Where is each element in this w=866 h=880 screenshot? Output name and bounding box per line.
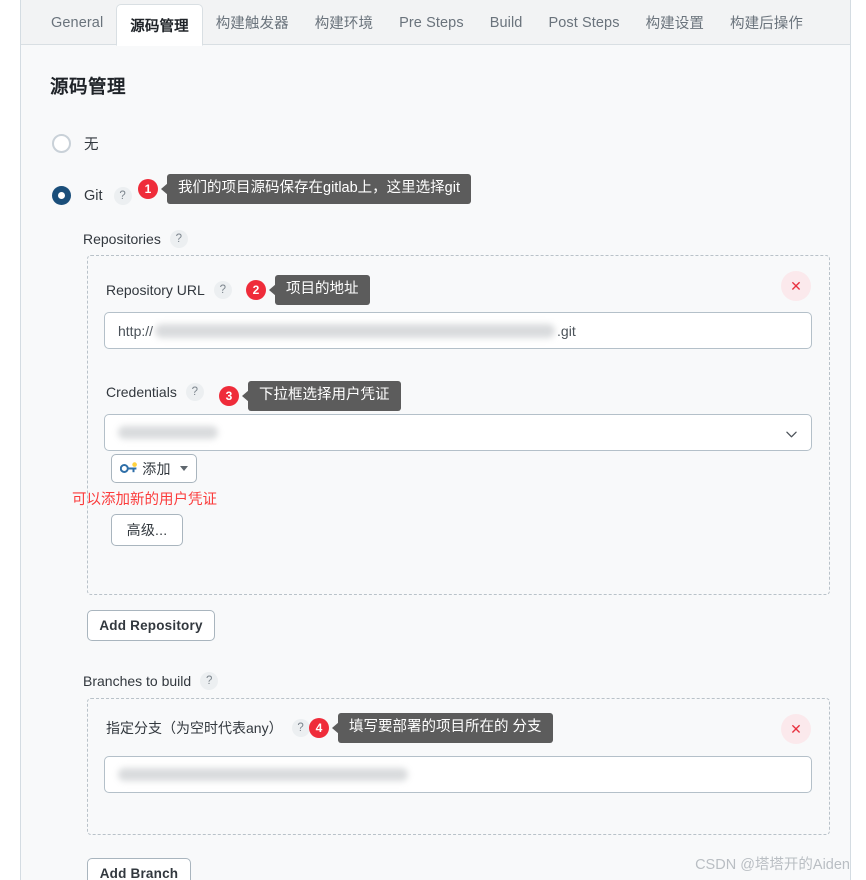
callout-3: 3 下拉框选择用户凭证 <box>219 381 401 411</box>
watermark: CSDN @塔塔开的Aiden <box>695 857 850 873</box>
help-icon-repository-url[interactable]: ? <box>213 281 232 299</box>
tab-post-steps[interactable]: Post Steps <box>535 0 632 45</box>
remove-branch-button[interactable]: ✕ <box>781 714 811 744</box>
repositories-section-label: Repositories ? <box>83 230 188 248</box>
tab-build[interactable]: Build <box>477 0 536 45</box>
help-icon-credentials[interactable]: ? <box>185 383 204 401</box>
help-icon-branch-spec[interactable]: ? <box>291 719 310 737</box>
tab-general[interactable]: General <box>38 0 116 45</box>
key-icon <box>120 462 138 473</box>
repository-url-input[interactable]: http:// .git <box>104 312 812 349</box>
screenshot-root: General 源码管理 构建触发器 构建环境 Pre Steps Build … <box>0 0 866 880</box>
add-branch-button[interactable]: Add Branch <box>87 858 191 880</box>
credentials-select[interactable] <box>104 414 812 451</box>
credential-red-note: 可以添加新的用户凭证 <box>72 492 217 508</box>
advanced-label: 高级... <box>126 522 168 538</box>
add-repository-label: Add Repository <box>99 618 203 633</box>
callout-4: 4 填写要部署的项目所在的 分支 <box>309 713 553 743</box>
callout-1: 1 我们的项目源码保存在gitlab上，这里选择git <box>138 174 471 204</box>
remove-repository-button[interactable]: ✕ <box>781 271 811 301</box>
callout-badge-1: 1 <box>138 179 158 199</box>
branch-spec-input[interactable] <box>104 756 812 793</box>
tab-list: General 源码管理 构建触发器 构建环境 Pre Steps Build … <box>21 0 850 46</box>
add-credential-label: 添加 <box>142 460 171 477</box>
repository-url-prefix: http:// <box>118 322 154 339</box>
callout-badge-4: 4 <box>309 718 329 738</box>
callout-bubble-3: 下拉框选择用户凭证 <box>242 381 401 411</box>
repository-url-label: Repository URL ? <box>106 281 232 299</box>
callout-2: 2 项目的地址 <box>246 275 370 305</box>
add-credential-button[interactable]: 添加 <box>111 454 197 483</box>
callout-bubble-4: 填写要部署的项目所在的 分支 <box>332 713 553 743</box>
credentials-label-text: Credentials <box>106 384 177 400</box>
page-title: 源码管理 <box>50 76 127 97</box>
callout-badge-2: 2 <box>246 280 266 300</box>
repository-url-redaction <box>155 323 556 338</box>
radio-git[interactable] <box>52 186 71 205</box>
help-icon-repositories[interactable]: ? <box>169 230 188 248</box>
chevron-down-icon <box>786 431 797 437</box>
credentials-label: Credentials ? <box>106 383 204 401</box>
branch-spec-label: 指定分支（为空时代表any） ? <box>106 718 310 738</box>
radio-none[interactable] <box>52 134 71 153</box>
tab-build-environment[interactable]: 构建环境 <box>302 0 386 45</box>
add-repository-button[interactable]: Add Repository <box>87 610 215 641</box>
tab-build-settings[interactable]: 构建设置 <box>633 0 717 45</box>
advanced-button[interactable]: 高级... <box>111 514 183 546</box>
help-icon-git[interactable]: ? <box>113 186 132 205</box>
branch-value-redaction <box>118 768 408 781</box>
tab-post-build-actions[interactable]: 构建后操作 <box>717 0 816 45</box>
callout-bubble-2: 项目的地址 <box>269 275 370 305</box>
add-branch-label: Add Branch <box>99 866 179 880</box>
radio-none-label: 无 <box>84 137 99 153</box>
branches-label-text: Branches to build <box>83 673 192 689</box>
help-icon-branches[interactable]: ? <box>200 672 219 690</box>
branches-section-label: Branches to build ? <box>83 672 219 690</box>
radio-row-none[interactable]: 无 <box>52 133 99 154</box>
credentials-value-redaction <box>118 426 218 439</box>
callout-badge-3: 3 <box>219 386 239 406</box>
radio-git-label: Git <box>84 187 103 204</box>
tab-pre-steps[interactable]: Pre Steps <box>386 0 477 45</box>
repository-url-label-text: Repository URL <box>106 282 205 298</box>
tab-scm[interactable]: 源码管理 <box>116 4 203 46</box>
repository-url-suffix: .git <box>557 322 576 339</box>
radio-row-git[interactable]: Git ? <box>52 186 132 205</box>
caret-down-icon <box>179 466 188 471</box>
branch-spec-label-text: 指定分支（为空时代表any） <box>106 720 283 736</box>
tab-build-triggers[interactable]: 构建触发器 <box>203 0 302 45</box>
scm-panel: 源码管理 无 Git ? 1 我们的项目源码保存在gitlab上，这里选择git… <box>21 45 850 880</box>
tab-strip: General 源码管理 构建触发器 构建环境 Pre Steps Build … <box>21 0 850 46</box>
repositories-label-text: Repositories <box>83 231 161 247</box>
callout-bubble-1: 我们的项目源码保存在gitlab上，这里选择git <box>161 174 471 204</box>
